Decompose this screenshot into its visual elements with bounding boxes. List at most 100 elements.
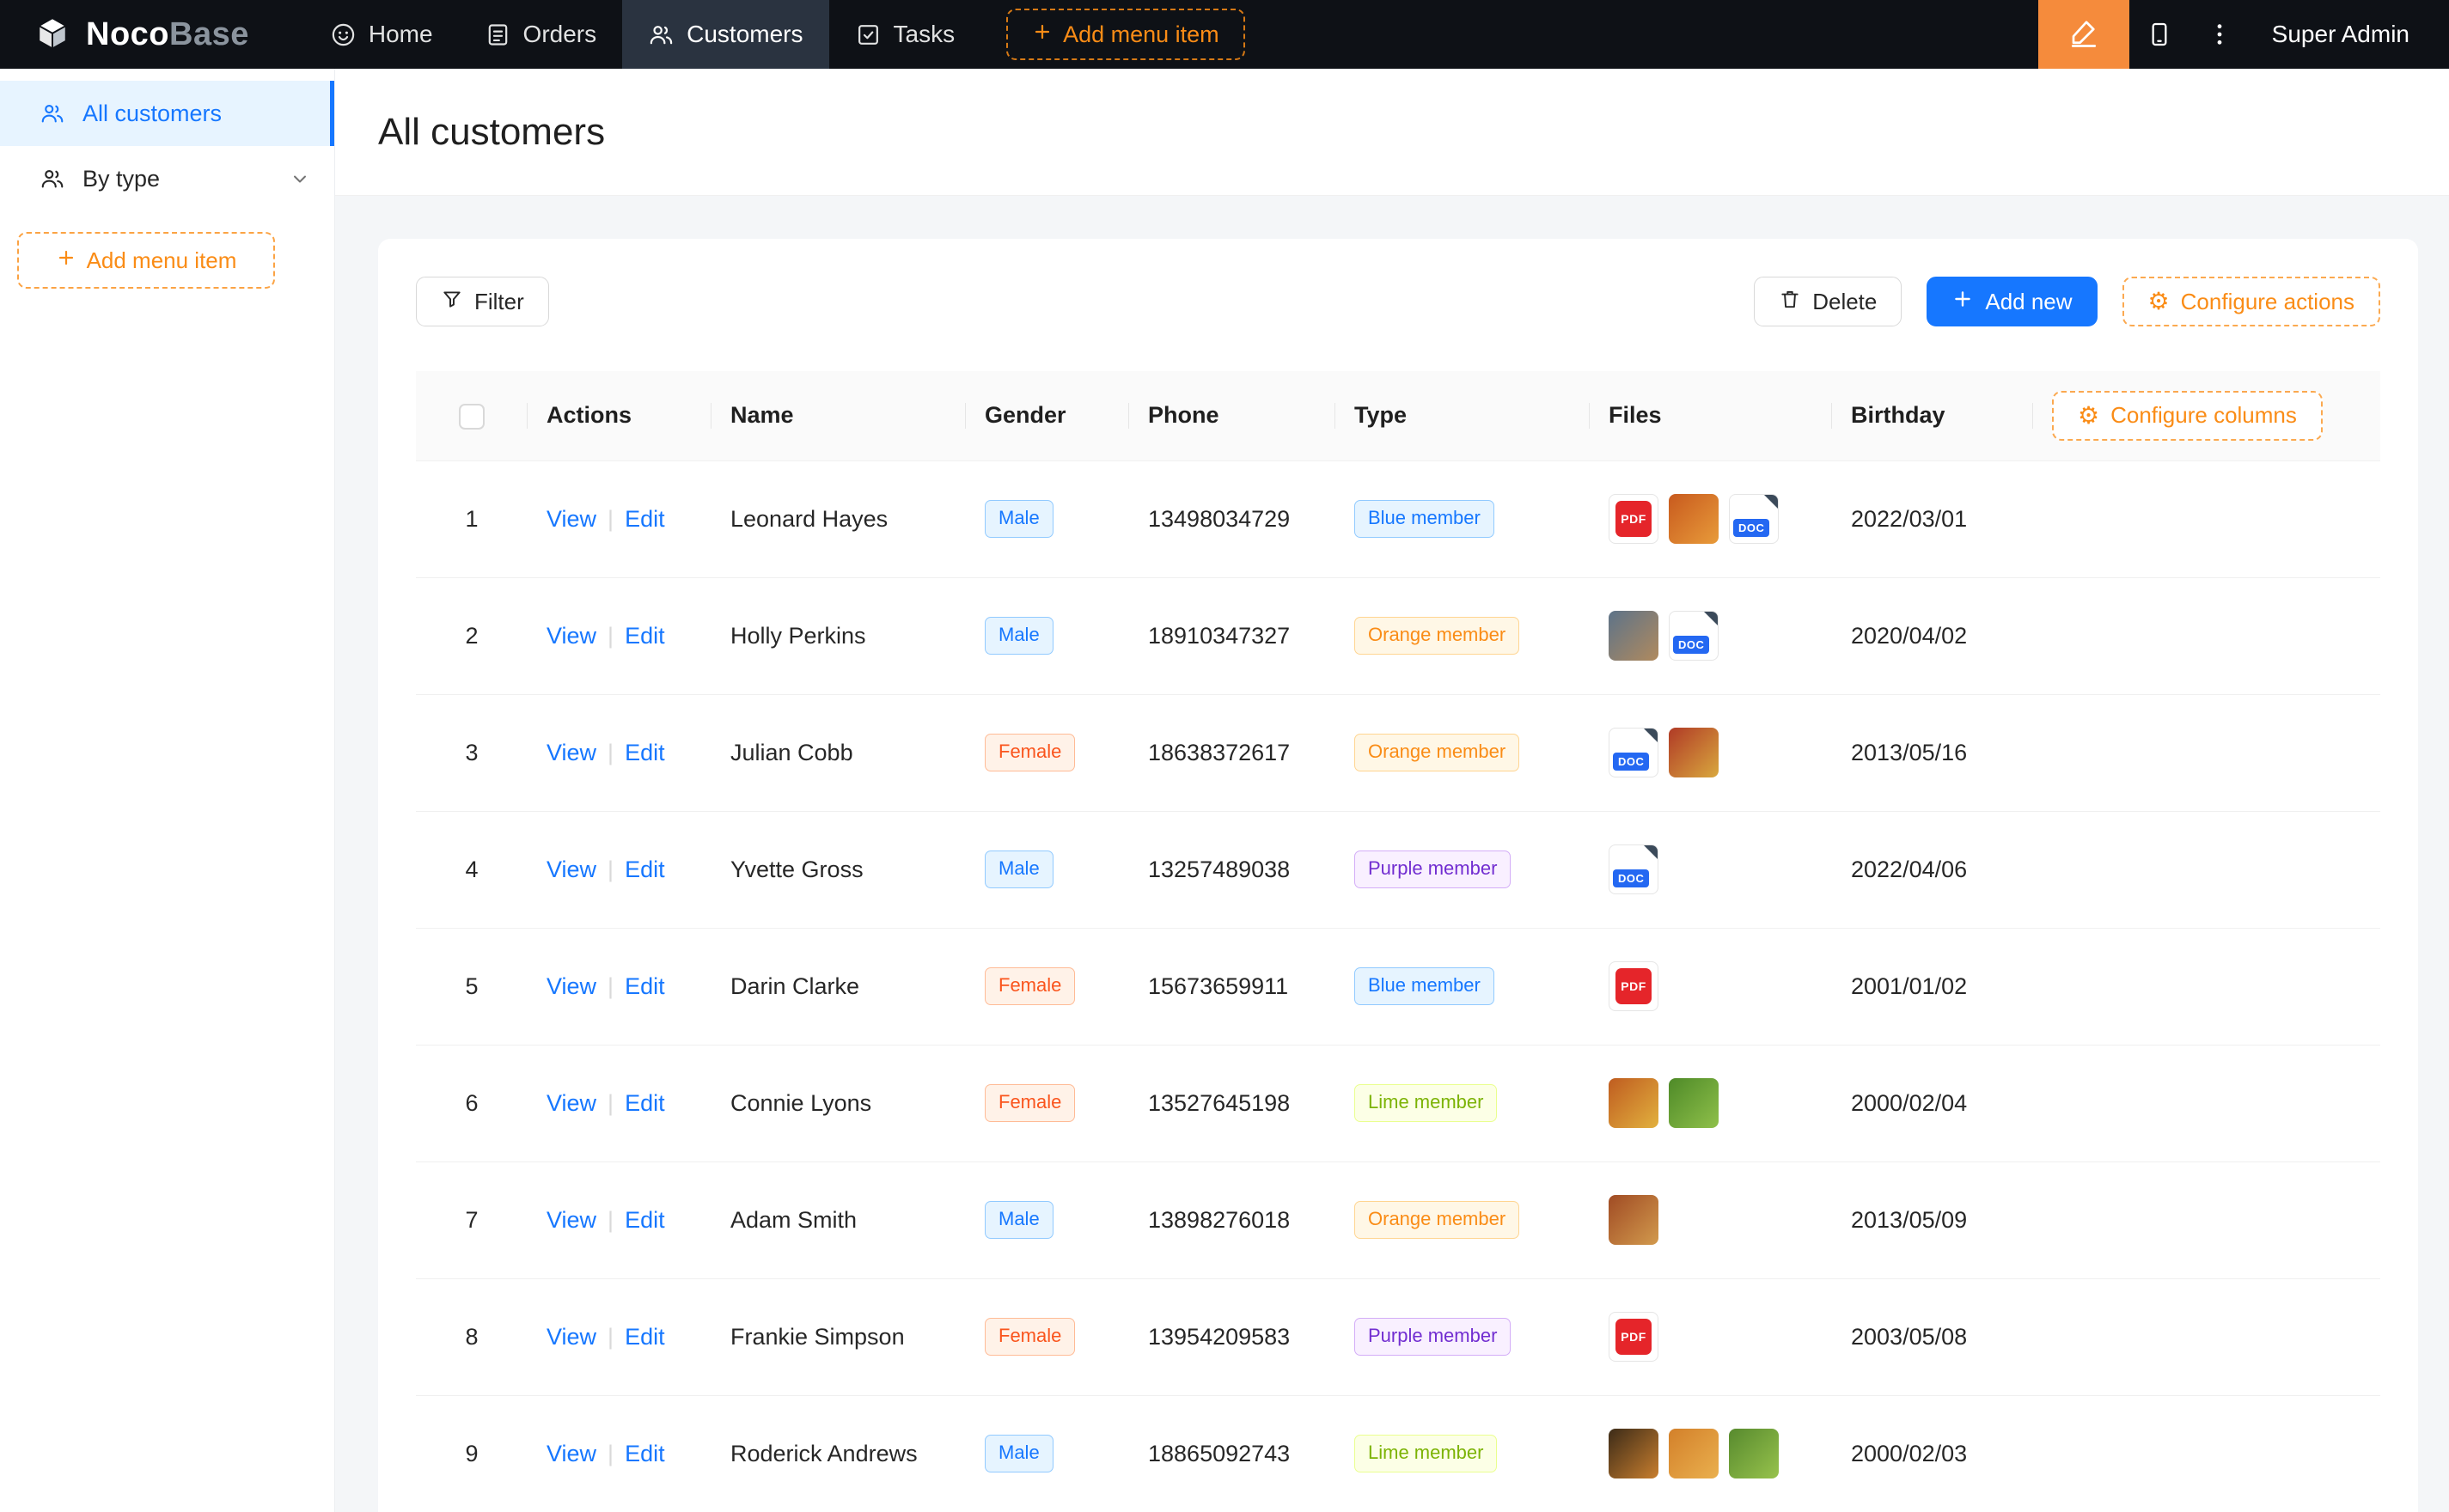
cell-gender: Male <box>966 577 1129 694</box>
nav-item-home[interactable]: Home <box>304 0 459 69</box>
cell-name: Yvette Gross <box>711 811 966 928</box>
image-thumbnail[interactable] <box>1609 1429 1658 1478</box>
cell-row-index: 6 <box>416 1045 528 1161</box>
delete-button[interactable]: Delete <box>1754 277 1902 326</box>
gender-tag: Male <box>985 1435 1053 1472</box>
plus-icon <box>56 247 76 274</box>
select-all-checkbox[interactable] <box>459 404 485 430</box>
customers-table: Actions Name Gender Phone Type Files Bir… <box>416 371 2380 1512</box>
cell-gender: Male <box>966 1395 1129 1512</box>
cell-files <box>1590 1395 1832 1512</box>
cell-name: Connie Lyons <box>711 1045 966 1161</box>
view-link[interactable]: View <box>547 1090 596 1116</box>
brand-name: NocoBase <box>86 16 249 53</box>
cell-row-index: 7 <box>416 1161 528 1278</box>
column-header-birthday[interactable]: Birthday <box>1832 371 2033 460</box>
more-menu-icon[interactable] <box>2189 0 2250 69</box>
ui-editor-button[interactable] <box>2038 0 2129 69</box>
nav-item-customers[interactable]: Customers <box>622 0 828 69</box>
pdf-file-icon[interactable]: PDF <box>1609 1312 1658 1362</box>
plus-icon <box>1032 21 1053 48</box>
brand[interactable]: NocoBase <box>33 15 249 54</box>
doc-file-icon[interactable]: DOC <box>1609 728 1658 777</box>
image-thumbnail[interactable] <box>1669 728 1719 777</box>
doc-file-icon[interactable]: DOC <box>1729 494 1779 544</box>
doc-file-icon[interactable]: DOC <box>1609 844 1658 894</box>
sidebar-item-by-type[interactable]: By type <box>0 146 334 211</box>
edit-link[interactable]: Edit <box>625 857 665 882</box>
gender-tag: Female <box>985 1318 1075 1356</box>
cell-birthday: 2013/05/09 <box>1832 1161 2033 1278</box>
edit-link[interactable]: Edit <box>625 1090 665 1116</box>
cell-type: Purple member <box>1335 1278 1590 1395</box>
sidebar-item-label: By type <box>82 166 160 192</box>
toolbar-right: Delete Add new ⚙ Configure actions <box>1754 277 2380 326</box>
edit-link[interactable]: Edit <box>625 740 665 765</box>
view-link[interactable]: View <box>547 1441 596 1466</box>
cell-type: Orange member <box>1335 577 1590 694</box>
sidebar-item-all-customers[interactable]: All customers <box>0 81 334 146</box>
edit-link[interactable]: Edit <box>625 506 665 532</box>
add-new-button[interactable]: Add new <box>1927 277 2097 326</box>
cell-phone: 13257489038 <box>1129 811 1335 928</box>
cell-phone: 13498034729 <box>1129 460 1335 577</box>
filter-icon <box>441 288 463 316</box>
cell-trailing <box>2033 1278 2380 1395</box>
nav-item-tasks[interactable]: Tasks <box>829 0 981 69</box>
image-thumbnail[interactable] <box>1609 611 1658 661</box>
column-header-actions[interactable]: Actions <box>528 371 711 460</box>
column-header-gender[interactable]: Gender <box>966 371 1129 460</box>
edit-link[interactable]: Edit <box>625 973 665 999</box>
configure-columns-button[interactable]: ⚙ Configure columns <box>2052 391 2323 441</box>
edit-link[interactable]: Edit <box>625 1324 665 1350</box>
column-header-select <box>416 371 528 460</box>
column-header-name[interactable]: Name <box>711 371 966 460</box>
view-link[interactable]: View <box>547 1207 596 1233</box>
nav-item-orders[interactable]: Orders <box>459 0 623 69</box>
navbar-right: Super Admin <box>2038 0 2449 69</box>
cell-type: Purple member <box>1335 811 1590 928</box>
cell-row-index: 3 <box>416 694 528 811</box>
sidebar-add-menu-item-button[interactable]: Add menu item <box>17 232 275 289</box>
column-header-type[interactable]: Type <box>1335 371 1590 460</box>
image-thumbnail[interactable] <box>1729 1429 1779 1478</box>
table-row: 9 View|Edit Roderick Andrews Male 188650… <box>416 1395 2380 1512</box>
type-tag: Orange member <box>1354 1201 1519 1239</box>
filter-button[interactable]: Filter <box>416 277 549 326</box>
image-thumbnail[interactable] <box>1609 1078 1658 1128</box>
cell-row-index: 4 <box>416 811 528 928</box>
cell-phone: 15673659911 <box>1129 928 1335 1045</box>
view-link[interactable]: View <box>547 857 596 882</box>
configure-actions-button[interactable]: ⚙ Configure actions <box>2122 277 2380 326</box>
view-link[interactable]: View <box>547 973 596 999</box>
cell-name: Holly Perkins <box>711 577 966 694</box>
user-menu[interactable]: Super Admin <box>2272 21 2409 48</box>
add-menu-item-button[interactable]: Add menu item <box>1006 9 1245 60</box>
tasks-icon <box>855 21 882 48</box>
edit-link[interactable]: Edit <box>625 623 665 649</box>
image-thumbnail[interactable] <box>1609 1195 1658 1245</box>
edit-link[interactable]: Edit <box>625 1441 665 1466</box>
pdf-file-icon[interactable]: PDF <box>1609 494 1658 544</box>
pdf-file-icon[interactable]: PDF <box>1609 961 1658 1011</box>
column-header-files[interactable]: Files <box>1590 371 1832 460</box>
doc-file-icon[interactable]: DOC <box>1669 611 1719 661</box>
edit-link[interactable]: Edit <box>625 1207 665 1233</box>
type-tag: Blue member <box>1354 500 1494 538</box>
column-header-phone[interactable]: Phone <box>1129 371 1335 460</box>
image-thumbnail[interactable] <box>1669 1078 1719 1128</box>
view-link[interactable]: View <box>547 1324 596 1350</box>
main-area: All customers Filter <box>335 69 2449 1512</box>
plus-icon <box>1951 288 1974 316</box>
table-card: Filter Delete <box>378 239 2418 1512</box>
image-thumbnail[interactable] <box>1669 494 1719 544</box>
mobile-preview-icon[interactable] <box>2129 0 2189 69</box>
image-thumbnail[interactable] <box>1669 1429 1719 1478</box>
table-row: 2 View|Edit Holly Perkins Male 189103473… <box>416 577 2380 694</box>
cell-files <box>1590 1045 1832 1161</box>
cell-actions: View|Edit <box>528 577 711 694</box>
view-link[interactable]: View <box>547 506 596 532</box>
cell-type: Orange member <box>1335 1161 1590 1278</box>
view-link[interactable]: View <box>547 740 596 765</box>
view-link[interactable]: View <box>547 623 596 649</box>
